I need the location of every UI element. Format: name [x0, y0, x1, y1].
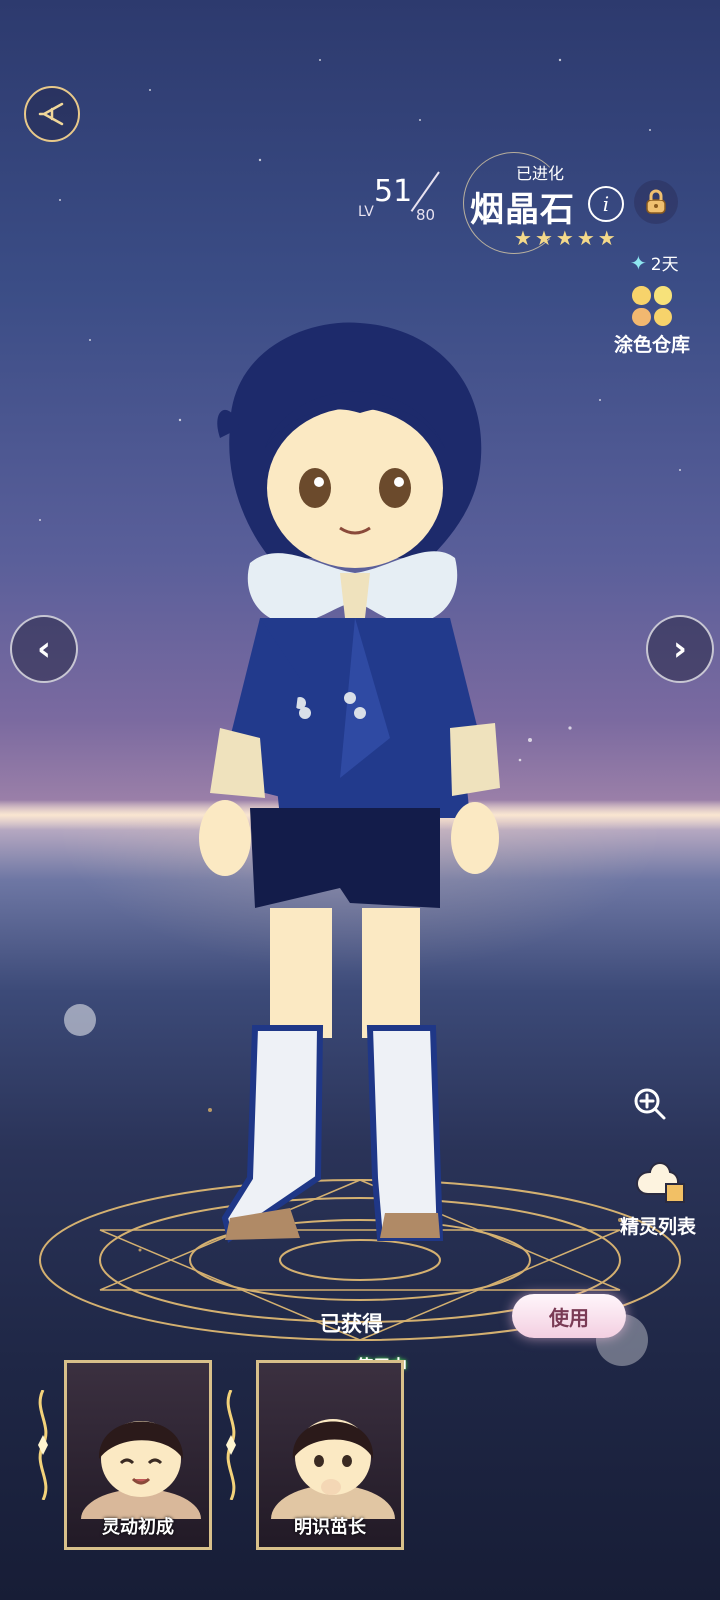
palette-warehouse-button[interactable]: 涂色仓库 — [604, 286, 700, 357]
level-label: LV — [358, 204, 374, 220]
next-button[interactable]: › — [646, 615, 714, 683]
info-icon: i — [602, 192, 610, 216]
palette-icon — [632, 286, 672, 326]
star-rating: ★ ★ ★ ★ ★ — [514, 226, 616, 250]
spirit-list-icon — [636, 1162, 685, 1203]
duration-indicator: ✦ 2天 — [630, 250, 679, 276]
zoom-button[interactable] — [624, 1078, 676, 1130]
spirit-list-label: 精灵列表 — [619, 1216, 696, 1238]
chevron-left-icon: ‹ — [36, 629, 51, 669]
lock-icon — [646, 189, 666, 214]
character-name: 烟晶石 — [470, 190, 575, 230]
outfit-portrait-2 — [271, 1419, 395, 1519]
outfit-name-1: 灵动初成 — [102, 1517, 174, 1538]
level-value: 51 — [374, 174, 413, 209]
use-button[interactable]: 使用 — [512, 1294, 626, 1338]
chevron-right-icon: › — [672, 629, 687, 669]
back-arrow-icon — [38, 102, 64, 126]
outfit-name-2: 明识茁长 — [294, 1517, 366, 1538]
back-button[interactable] — [24, 86, 80, 142]
outfit-portrait-1 — [81, 1421, 201, 1519]
left-flourish-icon — [38, 1390, 48, 1500]
sparkle-icon: ✦ — [630, 250, 647, 275]
mid-flourish-icon — [226, 1390, 236, 1500]
palette-label: 涂色仓库 — [613, 334, 690, 356]
owned-label: 已获得 — [320, 1312, 383, 1336]
star-icon: ★ — [576, 226, 595, 250]
duration-value: 2天 — [650, 255, 679, 275]
previous-button[interactable]: ‹ — [10, 615, 78, 683]
info-button[interactable]: i — [588, 186, 624, 222]
outfit-card-2[interactable]: 明识茁长 — [256, 1360, 404, 1550]
star-icon: ★ — [514, 226, 532, 250]
level-max: 80 — [416, 206, 436, 224]
level-display: 51 LV 80 — [356, 171, 466, 232]
character-model[interactable] — [190, 318, 510, 1278]
star-icon: ★ — [555, 226, 574, 250]
evolved-tag: 已进化 — [516, 164, 565, 183]
star-icon: ★ — [534, 226, 553, 250]
spirit-list-button[interactable]: 精灵列表 — [606, 1154, 710, 1239]
star-icon: ★ — [597, 226, 616, 250]
outfit-card-1[interactable]: 灵动初成 — [64, 1360, 212, 1550]
lock-button[interactable] — [634, 180, 678, 224]
zoom-in-icon — [634, 1088, 666, 1120]
